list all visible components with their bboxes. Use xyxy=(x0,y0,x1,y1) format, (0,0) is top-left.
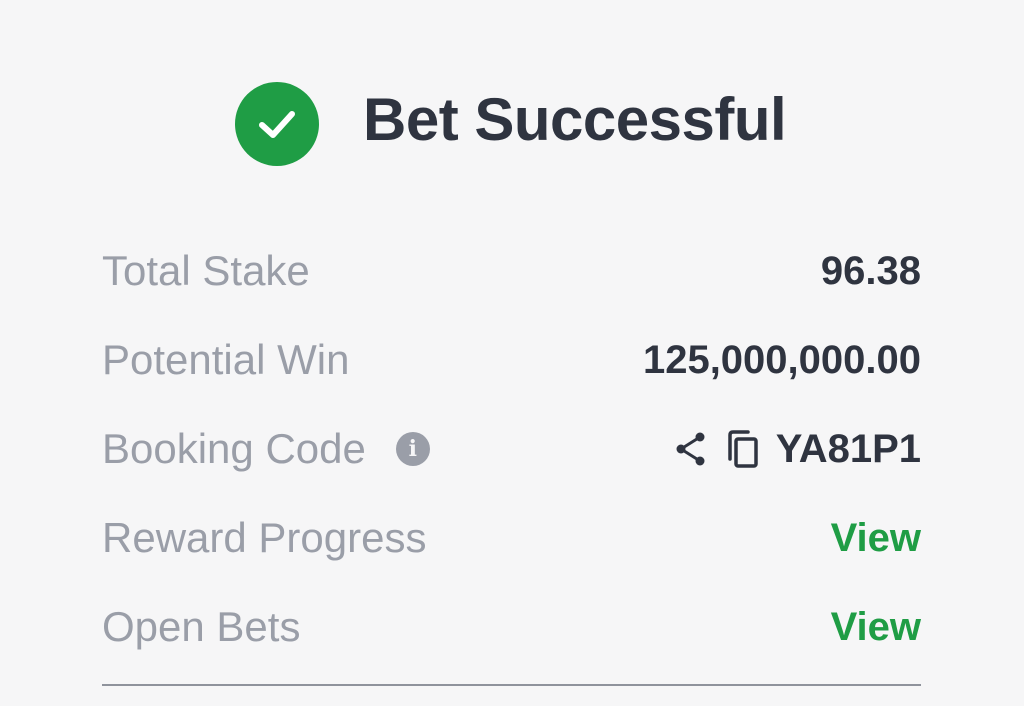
page-title: Bet Successful xyxy=(363,86,787,153)
check-circle-icon xyxy=(235,82,319,166)
reward-progress-row: Reward Progress View xyxy=(102,493,921,582)
potential-win-row: Potential Win 125,000,000.00 xyxy=(102,315,921,404)
potential-win-value: 125,000,000.00 xyxy=(642,337,921,382)
booking-code-label: Booking Code xyxy=(102,424,366,472)
info-icon[interactable]: i xyxy=(395,431,430,466)
reward-progress-label: Reward Progress xyxy=(102,513,427,561)
total-stake-row: Total Stake 96.38 xyxy=(102,226,921,315)
header: Bet Successful xyxy=(0,78,1024,168)
reward-progress-view-link[interactable]: View xyxy=(831,513,921,563)
booking-code-label-group: Booking Code i xyxy=(102,424,430,474)
open-bets-row: Open Bets View xyxy=(102,582,921,671)
total-stake-label: Total Stake xyxy=(102,246,310,294)
open-bets-view-link[interactable]: View xyxy=(831,602,921,652)
booking-code-value[interactable]: YA81P1 xyxy=(776,424,921,474)
copy-icon[interactable] xyxy=(726,429,760,469)
bet-details: Total Stake 96.38 Potential Win 125,000,… xyxy=(102,226,921,671)
total-stake-value: 96.38 xyxy=(820,248,921,293)
booking-code-value-group: YA81P1 xyxy=(674,424,921,474)
divider xyxy=(102,684,921,686)
share-icon[interactable] xyxy=(674,431,708,467)
open-bets-label: Open Bets xyxy=(102,602,301,650)
booking-code-row: Booking Code i YA81P1 xyxy=(102,404,921,493)
potential-win-label: Potential Win xyxy=(102,335,350,383)
bet-confirmation-panel: Bet Successful Total Stake 96.38 Potenti… xyxy=(0,0,1024,706)
